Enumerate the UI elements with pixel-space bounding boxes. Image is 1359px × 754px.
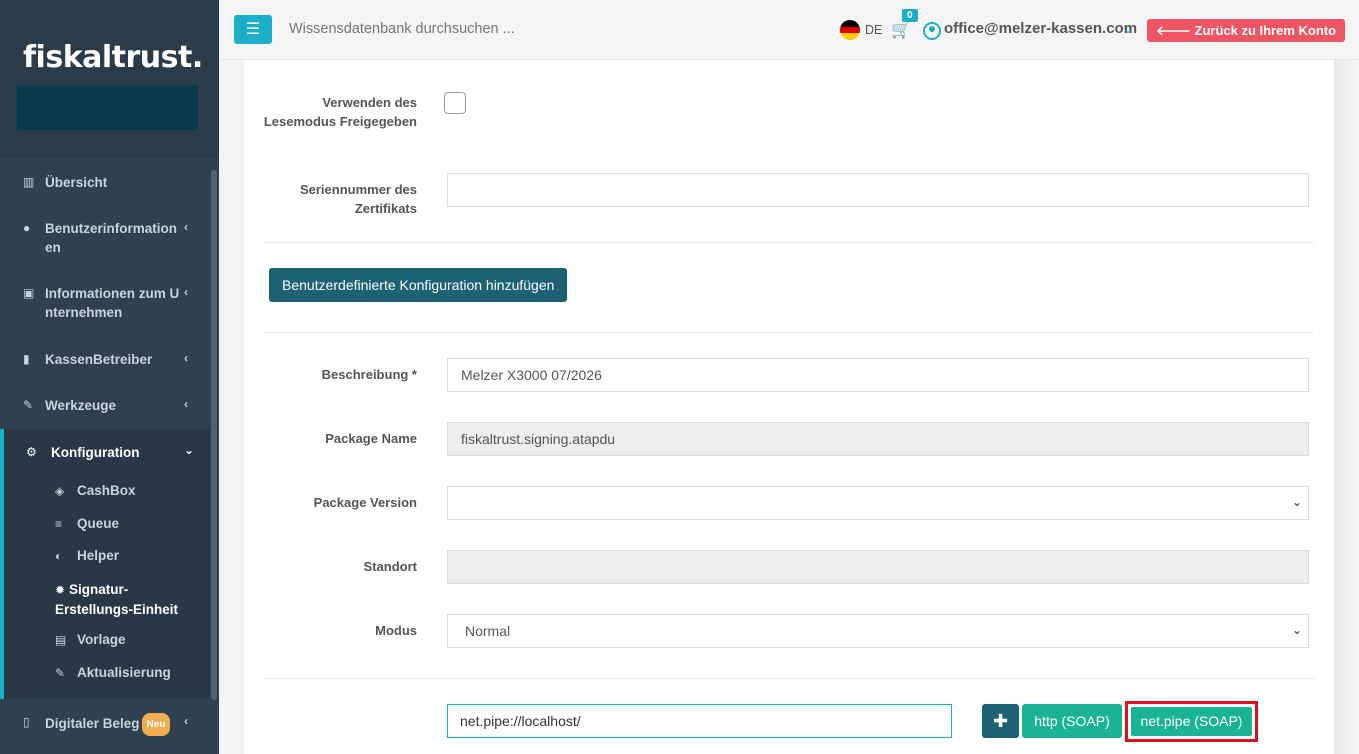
building-icon: ▮: [23, 352, 30, 366]
netpipe-soap-button-highlight[interactable]: net.pipe (SOAP): [1125, 701, 1258, 742]
chevron-down-icon: ⌄: [1291, 495, 1302, 509]
sidebar-subitem-label: Aktualisierung: [77, 665, 171, 680]
sidebar: fiskaltrust. ▥ Übersicht ● Benutzerinfor…: [0, 0, 219, 754]
sidebar-item-label: Digitaler Beleg Neu: [45, 713, 171, 736]
adjust-icon: ◐: [55, 549, 63, 563]
chevron-left-icon: ‹: [184, 397, 188, 411]
divider: [264, 332, 1314, 333]
sidebar-item-informationen-unternehmen[interactable]: ▣ Informationen zum U nternehmen ‹: [0, 284, 210, 324]
chevron-left-icon: ‹: [184, 714, 188, 728]
sidebar-subitem-vorlage[interactable]: ▤ Vorlage: [55, 632, 126, 647]
description-input[interactable]: Melzer X3000 07/2026: [447, 358, 1309, 392]
sidebar-subitem-cashbox[interactable]: ◈ CashBox: [55, 483, 136, 498]
menu-toggle-button[interactable]: ☰: [234, 15, 272, 44]
receipt-icon: ▯: [23, 715, 30, 729]
sidebar-subitem-label: CashBox: [77, 483, 136, 498]
cube-icon: ◈: [55, 484, 65, 498]
sidebar-subitem-signatur-erstellungs-einheit[interactable]: ✹ Signatur-Erstellungs-Einheit: [55, 580, 195, 620]
sidebar-item-konfiguration[interactable]: ⚙ Konfiguration ⌄: [0, 443, 210, 463]
topbar: ☰ Wissensdatenbank durchsuchen ... DE 🛒 …: [219, 0, 1359, 60]
cert-serial-label: Seriennummer des Zertifikats: [299, 182, 417, 216]
file-icon: ▤: [55, 633, 67, 647]
readmode-checkbox[interactable]: [444, 92, 466, 114]
briefcase-icon: ▣: [23, 286, 35, 300]
chevron-down-icon: ⌄: [184, 443, 195, 457]
sidebar-item-label: Informationen zum U nternehmen: [45, 286, 180, 320]
sidebar-item-benutzerinformationen[interactable]: ● Benutzerinformation en ‹: [0, 219, 210, 259]
mode-select[interactable]: Normal ⌄: [447, 614, 1309, 648]
chevron-down-icon: ⌄: [1291, 623, 1302, 637]
back-to-account-button[interactable]: 🡐 Zurück zu Ihrem Konto: [1147, 19, 1346, 42]
sidebar-item-werkzeuge[interactable]: ✎ Werkzeuge ‹: [0, 396, 210, 416]
chevron-left-icon: ‹: [184, 351, 188, 365]
sidebar-subitem-label: Helper: [77, 548, 120, 563]
hamburger-icon: ☰: [245, 21, 261, 38]
netpipe-soap-button[interactable]: net.pipe (SOAP): [1131, 707, 1252, 736]
location-input: [447, 550, 1309, 584]
shopping-cart-icon[interactable]: 🛒: [891, 20, 911, 40]
chart-icon: ▥: [23, 175, 35, 189]
user-email-menu[interactable]: office@melzer-kassen.com: [944, 20, 1137, 37]
sidebar-scrollbar[interactable]: [211, 170, 217, 700]
sidebar-item-uebersicht[interactable]: ▥ Übersicht: [0, 173, 210, 193]
sidebar-subitem-queue[interactable]: ≡ Queue: [55, 516, 119, 531]
page-edge-shadow: [1334, 60, 1359, 754]
chevron-left-icon: ‹: [184, 220, 188, 234]
package-version-select[interactable]: ⌄: [447, 486, 1309, 520]
back-to-account-label: Zurück zu Ihrem Konto: [1194, 23, 1337, 38]
cert-serial-input[interactable]: [447, 173, 1309, 207]
mode-value: Normal: [465, 623, 511, 639]
description-label: Beschreibung *: [321, 367, 417, 382]
fiskaltrust-logo[interactable]: fiskaltrust.: [23, 40, 203, 75]
search-input[interactable]: Wissensdatenbank durchsuchen ...: [289, 21, 515, 37]
sidebar-item-label: Konfiguration: [51, 445, 140, 460]
mode-label: Modus: [375, 623, 417, 638]
plus-icon: ✚: [992, 711, 1009, 731]
location-label: Standort: [363, 559, 417, 574]
active-section-background: [0, 429, 210, 699]
chevron-left-icon: ‹: [184, 285, 188, 299]
sidebar-item-kassenbetreiber[interactable]: ▮ KassenBetreiber ‹: [0, 350, 210, 370]
arrow-left-icon: 🡐: [1156, 23, 1191, 38]
sidebar-item-text: Digitaler Beleg: [45, 716, 140, 731]
divider: [264, 678, 1314, 679]
sidebar-subitem-label: Signatur-Erstellungs-Einheit: [55, 582, 179, 617]
new-badge: Neu: [141, 713, 171, 736]
language-selector[interactable]: DE: [865, 23, 882, 37]
sidebar-item-label: KassenBetreiber: [45, 352, 153, 367]
sidebar-subitem-aktualisierung[interactable]: ✎ Aktualisierung: [55, 665, 171, 680]
url-input[interactable]: net.pipe://localhost/: [447, 704, 952, 738]
sidebar-item-label: Werkzeuge: [45, 398, 117, 413]
main-content: Verwenden des Lesemodus Freigegeben Seri…: [244, 60, 1334, 754]
package-name-input: fiskaltrust.signing.atapdu: [447, 422, 1309, 456]
certificate-icon: ✹: [55, 583, 66, 597]
sidebar-subitem-helper[interactable]: ◐ Helper: [55, 548, 119, 563]
sidebar-item-label: Übersicht: [45, 175, 108, 190]
cogs-icon: ⚙: [26, 445, 37, 459]
http-soap-button[interactable]: http (SOAP): [1022, 704, 1122, 738]
wrench-icon: ✎: [23, 398, 34, 412]
user-circle-icon: ●: [23, 221, 31, 235]
wrench-icon: ✎: [55, 666, 66, 680]
sidebar-item-label: Benutzerinformation en: [45, 221, 178, 255]
brand-area: fiskaltrust.: [0, 0, 219, 158]
chevron-down-icon[interactable]: ⌄: [1123, 22, 1133, 36]
add-url-button[interactable]: ✚: [982, 704, 1019, 738]
readmode-label: Verwenden des Lesemodus Freigegeben: [263, 95, 417, 129]
add-custom-config-button[interactable]: Benutzerdefinierte Konfiguration hinzufü…: [269, 268, 568, 302]
cart-count-badge: 0: [902, 9, 918, 22]
brand-banner: [17, 85, 198, 130]
german-flag-icon[interactable]: [840, 20, 860, 40]
package-name-label: Package Name: [325, 431, 417, 446]
sidebar-subitem-label: Vorlage: [77, 632, 126, 647]
sidebar-item-digitaler-beleg[interactable]: ▯ Digitaler Beleg Neu ‹: [0, 713, 210, 736]
database-icon: ≡: [55, 517, 63, 531]
sidebar-subitem-label: Queue: [77, 516, 120, 531]
package-version-label: Package Version: [313, 495, 417, 510]
divider: [264, 242, 1314, 243]
user-icon[interactable]: [923, 22, 941, 40]
